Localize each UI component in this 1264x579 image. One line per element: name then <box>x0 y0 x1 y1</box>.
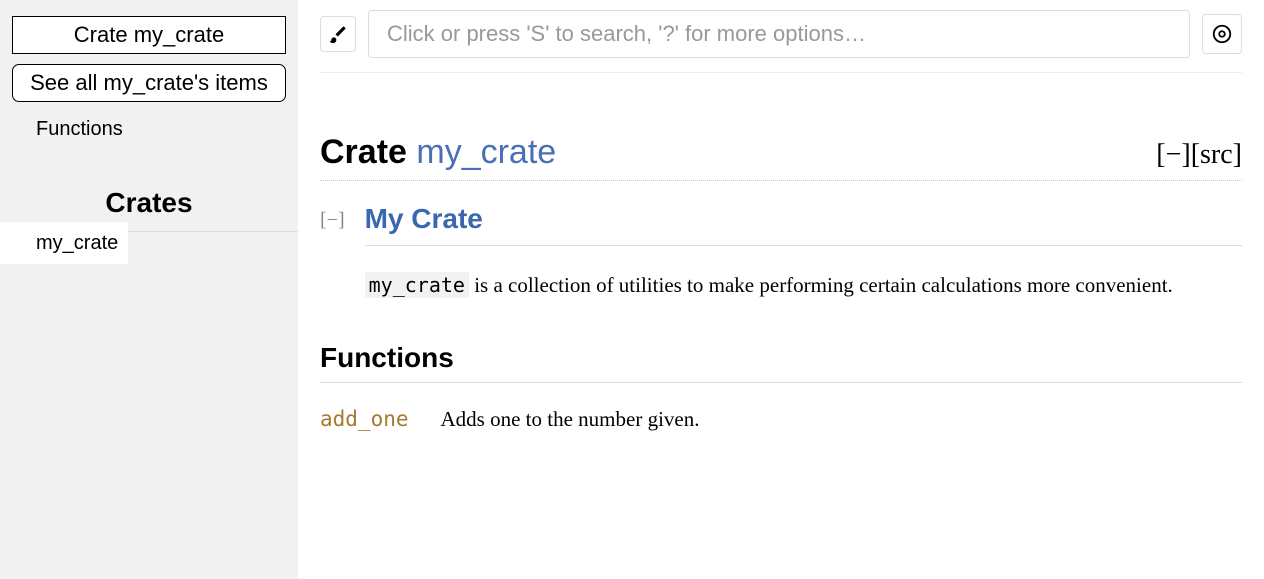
functions-heading: Functions <box>320 342 1242 383</box>
see-all-items-button[interactable]: See all my_crate's items <box>12 64 286 102</box>
gear-icon <box>1211 23 1233 45</box>
doc-body-text: is a collection of utilities to make per… <box>469 273 1173 297</box>
theme-picker-button[interactable] <box>320 16 356 52</box>
sidebar-link-functions[interactable]: Functions <box>0 112 298 147</box>
function-link-add_one[interactable]: add_one <box>320 407 409 431</box>
sidebar-crate-item[interactable]: my_crate <box>0 222 128 264</box>
main-content: Crate my_crate [−][src] [−] My Crate my_… <box>298 0 1264 579</box>
doc-content: My Crate my_crate is a collection of uti… <box>365 203 1242 302</box>
collapse-toggle[interactable]: [−] <box>320 209 345 302</box>
search-input[interactable] <box>368 10 1190 58</box>
title-prefix: Crate <box>320 133 416 171</box>
function-desc: Adds one to the number given. <box>441 407 700 432</box>
function-row: add_one Adds one to the number given. <box>320 407 1242 432</box>
top-bar <box>320 10 1242 73</box>
collapse-all-toggle[interactable]: [−] <box>1156 139 1190 170</box>
settings-button[interactable] <box>1202 14 1242 54</box>
doc-body: my_crate is a collection of utilities to… <box>365 270 1242 302</box>
doc-section: [−] My Crate my_crate is a collection of… <box>320 203 1242 302</box>
page-title: Crate my_crate <box>320 133 556 172</box>
title-actions: [−][src] <box>1156 139 1242 171</box>
brush-icon <box>328 24 348 44</box>
page-title-row: Crate my_crate [−][src] <box>320 133 1242 181</box>
doc-heading-link[interactable]: My Crate <box>365 203 1242 246</box>
crate-name-link[interactable]: my_crate <box>416 133 556 171</box>
crate-code-name: my_crate <box>365 272 469 298</box>
source-link[interactable]: [src] <box>1191 139 1242 170</box>
sidebar: Crate my_crate See all my_crate's items … <box>0 0 298 579</box>
crate-title-box[interactable]: Crate my_crate <box>12 16 286 54</box>
